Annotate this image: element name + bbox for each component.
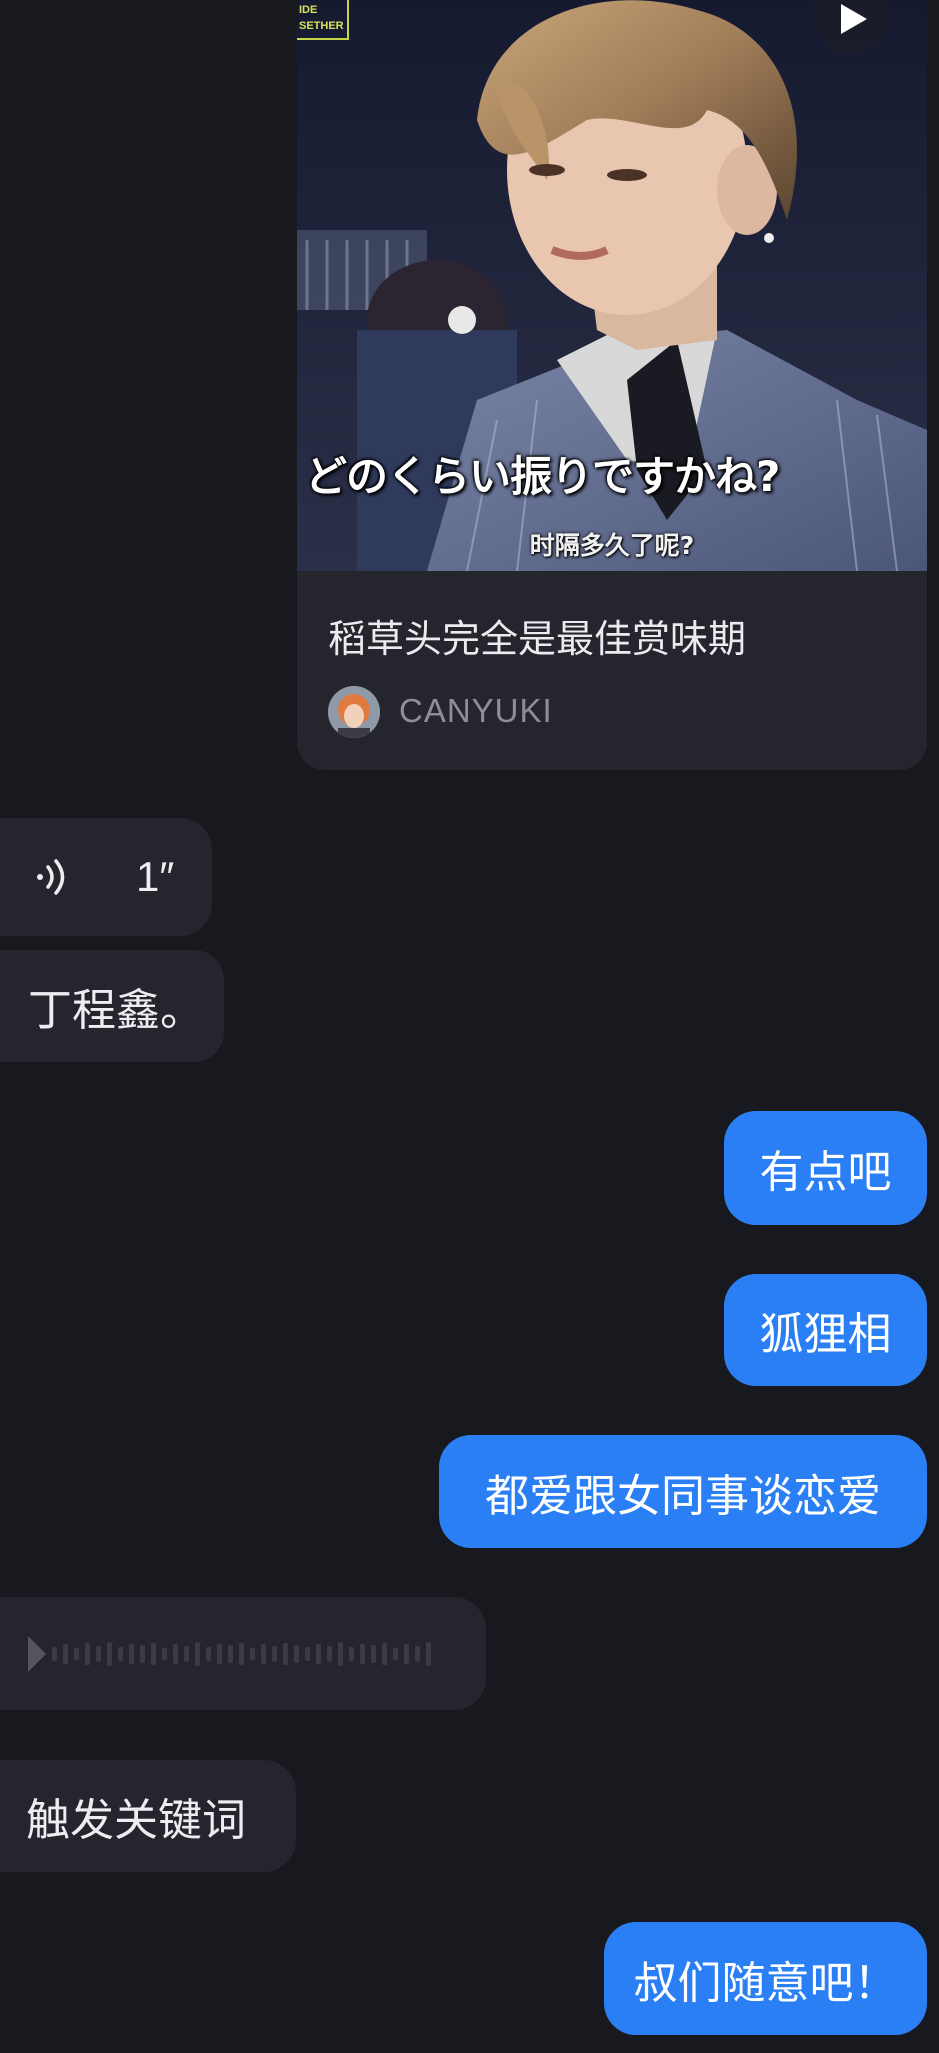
loading-voice-bubble[interactable] — [0, 1597, 486, 1710]
play-triangle-icon — [28, 1635, 46, 1672]
author-name[interactable]: CANYUKI — [399, 692, 553, 730]
author-avatar[interactable] — [328, 686, 380, 738]
outgoing-message[interactable]: 都爱跟女同事谈恋爱 — [439, 1435, 927, 1548]
video-badge: IDE SETHER — [297, 0, 349, 40]
voice-wave-icon — [37, 859, 65, 895]
outgoing-message[interactable]: 有点吧 — [724, 1111, 927, 1225]
video-subtitle-cn: 时隔多久了呢? — [529, 531, 695, 560]
video-subtitle-jp: どのくらい振りですかね? — [305, 452, 780, 501]
video-title: 稻草头完全是最佳赏味期 — [328, 617, 747, 661]
waveform-placeholder — [52, 1641, 431, 1666]
message-text: 触发关键词 — [26, 1795, 246, 1846]
message-text: 狐狸相 — [759, 1309, 892, 1360]
chat-screen: IDE SETHER どのくらい振りですかね? 时隔多久了呢? 稻草头完全是最佳赏… — [0, 0, 939, 2053]
message-text: 都爱跟女同事谈恋爱 — [485, 1470, 881, 1522]
message-text: 叔们随意吧！ — [633, 1957, 898, 2009]
outgoing-message[interactable]: 狐狸相 — [724, 1274, 927, 1386]
play-icon — [841, 4, 867, 34]
message-text: 有点吧 — [759, 1147, 892, 1198]
incoming-message[interactable]: 丁程鑫。 — [0, 950, 224, 1062]
author-avatar-image — [328, 686, 380, 738]
voice-message-bubble[interactable]: 1″ — [0, 818, 212, 936]
voice-duration: 1″ — [136, 853, 175, 900]
shared-video-card[interactable]: IDE SETHER どのくらい振りですかね? 时隔多久了呢? 稻草头完全是最佳赏… — [297, 0, 927, 770]
video-thumbnail[interactable]: IDE SETHER どのくらい振りですかね? 时隔多久了呢? — [297, 0, 927, 571]
outgoing-message[interactable]: 叔们随意吧！ — [604, 1922, 927, 2035]
incoming-message[interactable]: 触发关键词 — [0, 1760, 296, 1872]
message-text: 丁程鑫。 — [28, 985, 204, 1036]
